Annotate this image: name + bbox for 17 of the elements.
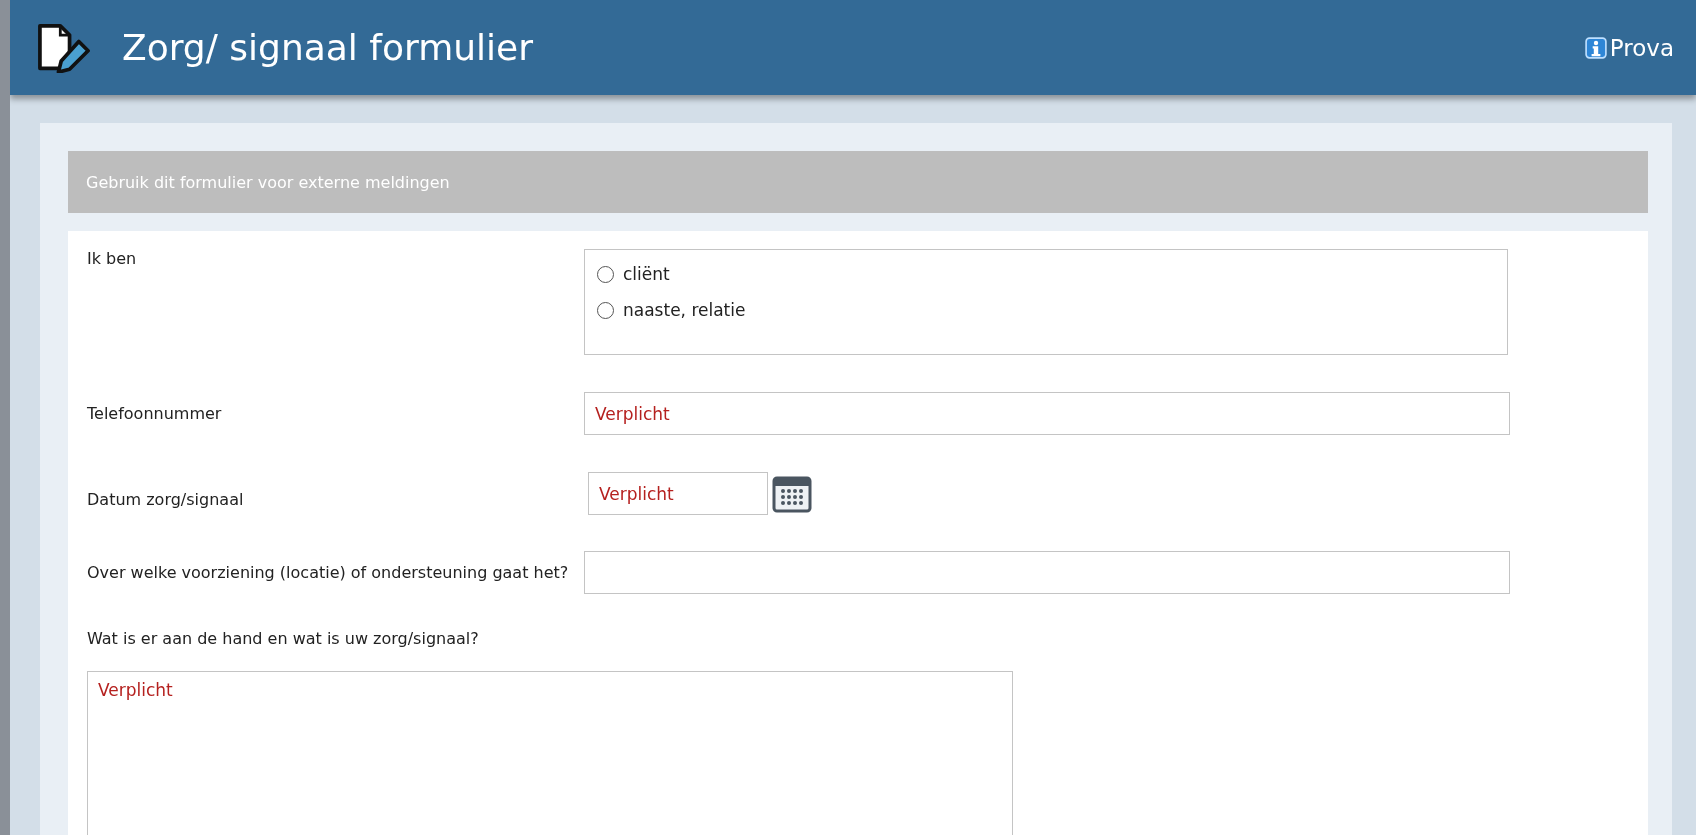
banner-text: Gebruik dit formulier voor externe meldingen bbox=[86, 172, 450, 192]
radio-option[interactable]: naaste, relatie bbox=[597, 292, 746, 328]
calendar-icon[interactable] bbox=[772, 474, 812, 513]
date-input[interactable]: Verplicht bbox=[588, 472, 768, 515]
field-label: Over welke voorziening (locatie) of ondersteuning gaat het? bbox=[87, 562, 570, 583]
field-label: Datum zorg/signaal bbox=[87, 488, 245, 510]
field-label: Wat is er aan de hand en wat is uw zorg/signaal? bbox=[87, 629, 480, 648]
info-icon bbox=[1584, 36, 1607, 59]
text-input[interactable]: Verplicht bbox=[584, 392, 1510, 435]
text-input[interactable] bbox=[584, 551, 1510, 594]
brand-name: Prova bbox=[1609, 34, 1674, 61]
field-label: Ik ben bbox=[87, 249, 138, 269]
page-title: Zorg/ signaal formulier bbox=[122, 27, 533, 68]
radio-option[interactable]: cliënt bbox=[597, 256, 670, 292]
text-area[interactable]: Verplicht bbox=[87, 671, 1013, 835]
document-pencil-icon bbox=[36, 22, 92, 73]
field-label: Telefoonnummer bbox=[87, 403, 223, 424]
